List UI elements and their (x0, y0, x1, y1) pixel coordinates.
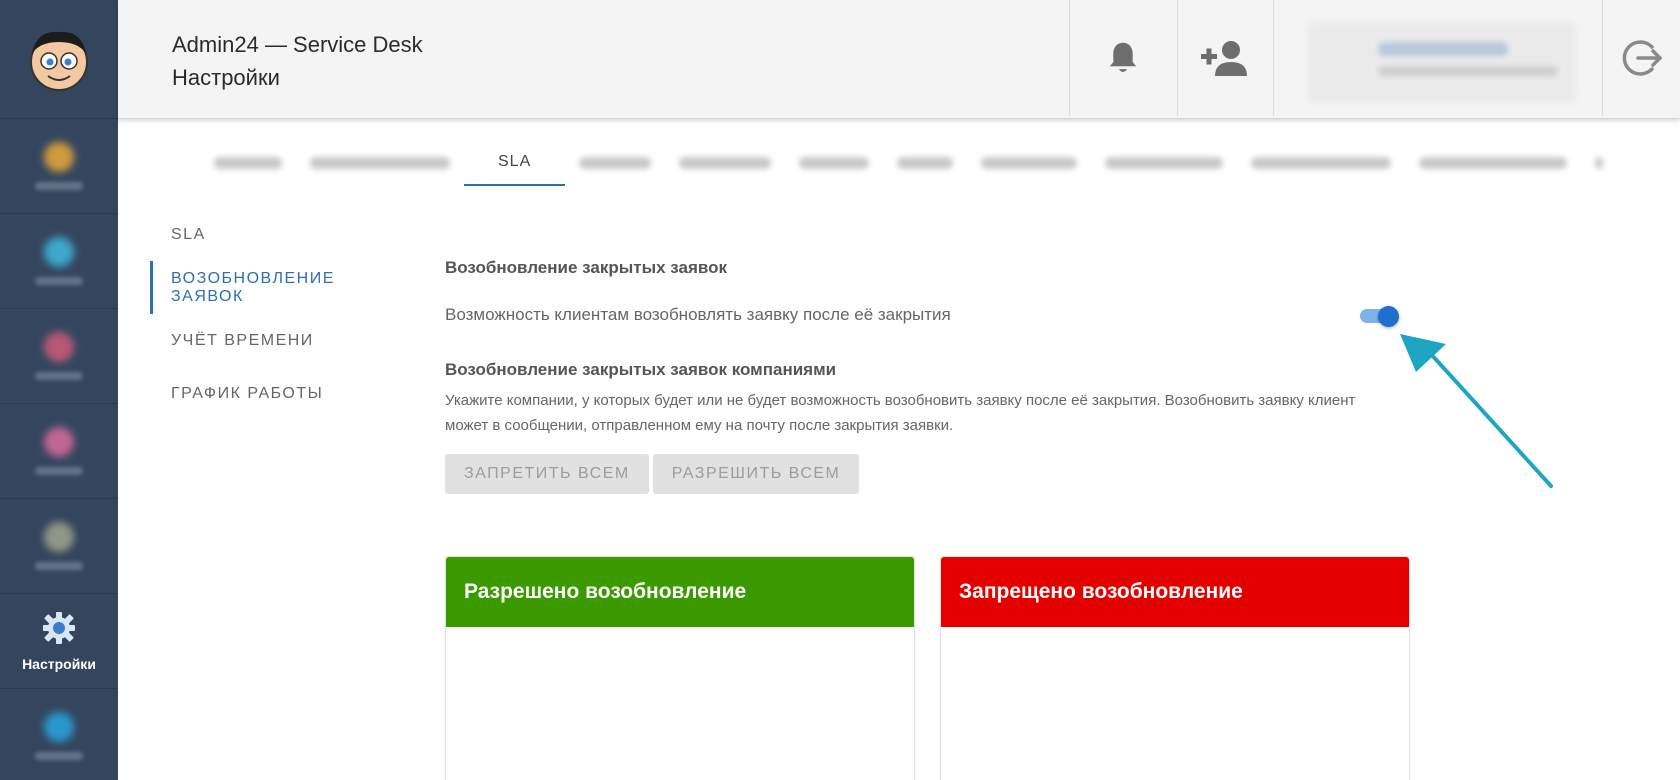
deny-all-button[interactable]: ЗАПРЕТИТЬ ВСЕМ (445, 454, 649, 494)
tab-notifications[interactable] (967, 140, 1091, 186)
support-icon (44, 712, 74, 742)
header-divider (1273, 0, 1274, 116)
avatar-face-icon (30, 31, 88, 91)
submenu-item-sla[interactable]: SLA (150, 208, 410, 261)
page-title: Настройки (172, 65, 280, 90)
panel-title: Запрещено возобновление (941, 557, 1409, 627)
submenu-item-work-schedule[interactable]: ГРАФИК РАБОТЫ (150, 367, 410, 420)
settings-content: Возобновление закрытых заявок Возможност… (445, 258, 1425, 494)
add-user-icon (1201, 41, 1247, 76)
bell-icon (1109, 42, 1137, 72)
knowledge-icon (44, 332, 74, 362)
sidebar-item-label-blurred (35, 372, 83, 380)
bulk-actions: ЗАПРЕТИТЬ ВСЕМ РАЗРЕШИТЬ ВСЕМ (445, 454, 1425, 494)
section-title: Возобновление закрытых заявок (445, 258, 727, 277)
avatar[interactable] (0, 0, 118, 119)
messages-icon (44, 237, 74, 267)
submenu-item-reopen-requests[interactable]: ВОЗОБНОВЛЕНИЕ ЗАЯВОК (150, 261, 410, 314)
tab-telephony[interactable] (665, 140, 785, 186)
settings-submenu: SLA ВОЗОБНОВЛЕНИЕ ЗАЯВОК УЧЁТ ВРЕМЕНИ ГР… (150, 208, 410, 420)
panel-title: Разрешено возобновление (446, 557, 914, 627)
tab-label: SLA (498, 153, 532, 170)
toggle-label: Возможность клиентам возобновлять заявку… (445, 305, 951, 324)
user-profile-blurred[interactable] (1308, 22, 1576, 102)
denied-companies-panel: Запрещено возобновление (940, 556, 1410, 780)
add-user-button[interactable] (1178, 0, 1272, 116)
tab-forms[interactable] (785, 140, 883, 186)
tab-users[interactable] (296, 140, 464, 186)
sidebar-item-label-blurred (35, 467, 83, 475)
app-title: Admin24 — Service Desk (172, 32, 423, 57)
sidebar-item-requests[interactable] (0, 119, 118, 214)
sidebar-item-label-blurred (35, 752, 83, 760)
tab-email[interactable] (883, 140, 967, 186)
annotation-arrow (1400, 334, 1553, 488)
notifications-button[interactable] (1070, 0, 1176, 116)
tab-integrations[interactable] (1091, 140, 1237, 186)
requests-icon (44, 142, 74, 172)
section-title: Возобновление закрытых заявок компаниями (445, 360, 837, 379)
allow-all-button[interactable]: РАЗРЕШИТЬ ВСЕМ (652, 454, 860, 494)
header-title-block: Admin24 — Service Desk Настройки (172, 28, 423, 94)
sidebar-item-support[interactable] (0, 689, 118, 780)
gear-icon (43, 612, 75, 644)
settings-tabs: SLA (200, 140, 1650, 190)
section-description: Укажите компании, у которых будет или не… (445, 392, 1356, 434)
tab-messengers[interactable] (1237, 140, 1405, 186)
sidebar-item-label-blurred (35, 562, 83, 570)
tabs-scroll-right[interactable] (1581, 140, 1617, 186)
sidebar-item-clients[interactable] (0, 404, 118, 499)
app-sidebar: Настройки (0, 0, 118, 780)
tab-sla[interactable]: SLA (464, 140, 566, 186)
sidebar-item-settings[interactable]: Настройки (0, 594, 118, 689)
logout-button[interactable] (1603, 0, 1680, 116)
tab-open-lines[interactable] (1405, 140, 1581, 186)
reopen-toggle-row: Возможность клиентам возобновлять заявку… (445, 300, 1425, 330)
allowed-companies-panel: Разрешено возобновление (445, 556, 915, 780)
top-header: Admin24 — Service Desk Настройки (118, 0, 1680, 119)
sidebar-item-messages[interactable] (0, 214, 118, 309)
submenu-item-time-tracking[interactable]: УЧЁТ ВРЕМЕНИ (150, 314, 410, 367)
clients-icon (44, 427, 74, 457)
sidebar-item-label-blurred (35, 182, 83, 190)
tab-requests[interactable] (565, 140, 665, 186)
tab-general[interactable] (200, 140, 296, 186)
logout-icon (1622, 40, 1662, 76)
sidebar-item-label: Настройки (22, 656, 96, 672)
sidebar-item-knowledge[interactable] (0, 309, 118, 404)
sidebar-item-label-blurred (35, 277, 83, 285)
sidebar-item-reports[interactable] (0, 499, 118, 594)
reports-icon (44, 522, 74, 552)
